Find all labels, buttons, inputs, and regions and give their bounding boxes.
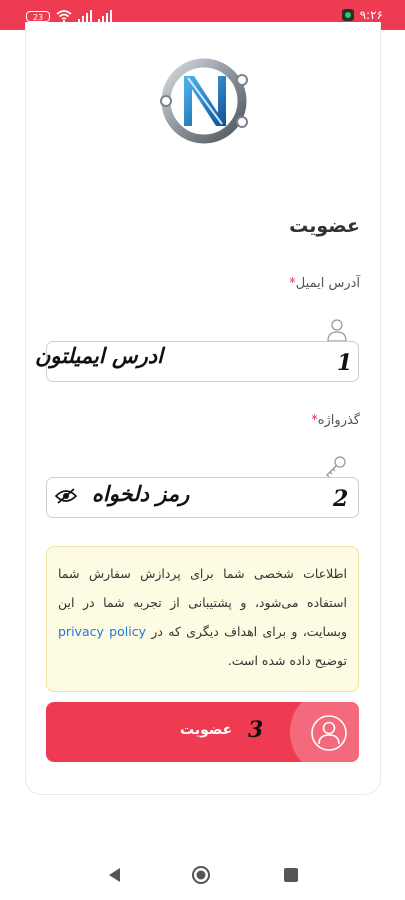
- status-right: ۹:۲۶: [341, 8, 383, 22]
- notice-tail: توضیح داده شده است.: [227, 653, 347, 668]
- wifi-icon: [56, 10, 72, 22]
- page-title: عضویت: [289, 215, 360, 237]
- register-button-label: عضویت: [180, 722, 233, 738]
- logo: [160, 58, 248, 144]
- email-label-text: آدرس ایمیل: [295, 276, 360, 291]
- email-value: ادرس ایمیلتون: [35, 343, 163, 368]
- user-circle-icon: [311, 715, 347, 751]
- signal-icon-2: [98, 10, 112, 22]
- email-label: آدرس ایمیل*: [285, 276, 360, 291]
- user-icon: [327, 319, 347, 342]
- privacy-notice: اطلاعات شخصی شما برای پردازش سفارش شما ا…: [46, 546, 359, 692]
- app-notification-icon: [341, 9, 354, 21]
- status-time: ۹:۲۶: [359, 8, 383, 22]
- password-label-text: گذرواژه: [317, 413, 360, 428]
- key-icon: [326, 456, 346, 478]
- step-number-1: 1: [337, 350, 353, 376]
- step-number-3: 3: [248, 717, 264, 743]
- privacy-policy-link[interactable]: privacy policy: [58, 624, 146, 639]
- status-left: 23: [26, 9, 112, 23]
- recent-apps-icon[interactable]: [281, 865, 301, 885]
- home-icon[interactable]: [191, 865, 211, 885]
- step-number-2: 2: [333, 486, 349, 512]
- register-button[interactable]: 3 عضویت: [46, 702, 359, 762]
- navigation-bar: [0, 845, 405, 900]
- email-input[interactable]: ادرس ایمیلتون 1: [35, 341, 359, 382]
- signal-icon: [78, 10, 92, 22]
- back-icon[interactable]: [105, 865, 125, 885]
- battery-indicator: 23: [26, 10, 50, 22]
- password-value: رمز دلخواه: [92, 481, 190, 506]
- eye-slash-icon[interactable]: [55, 488, 77, 504]
- password-label: گذرواژه*: [307, 413, 360, 428]
- password-input[interactable]: رمز دلخواه 2: [46, 477, 359, 518]
